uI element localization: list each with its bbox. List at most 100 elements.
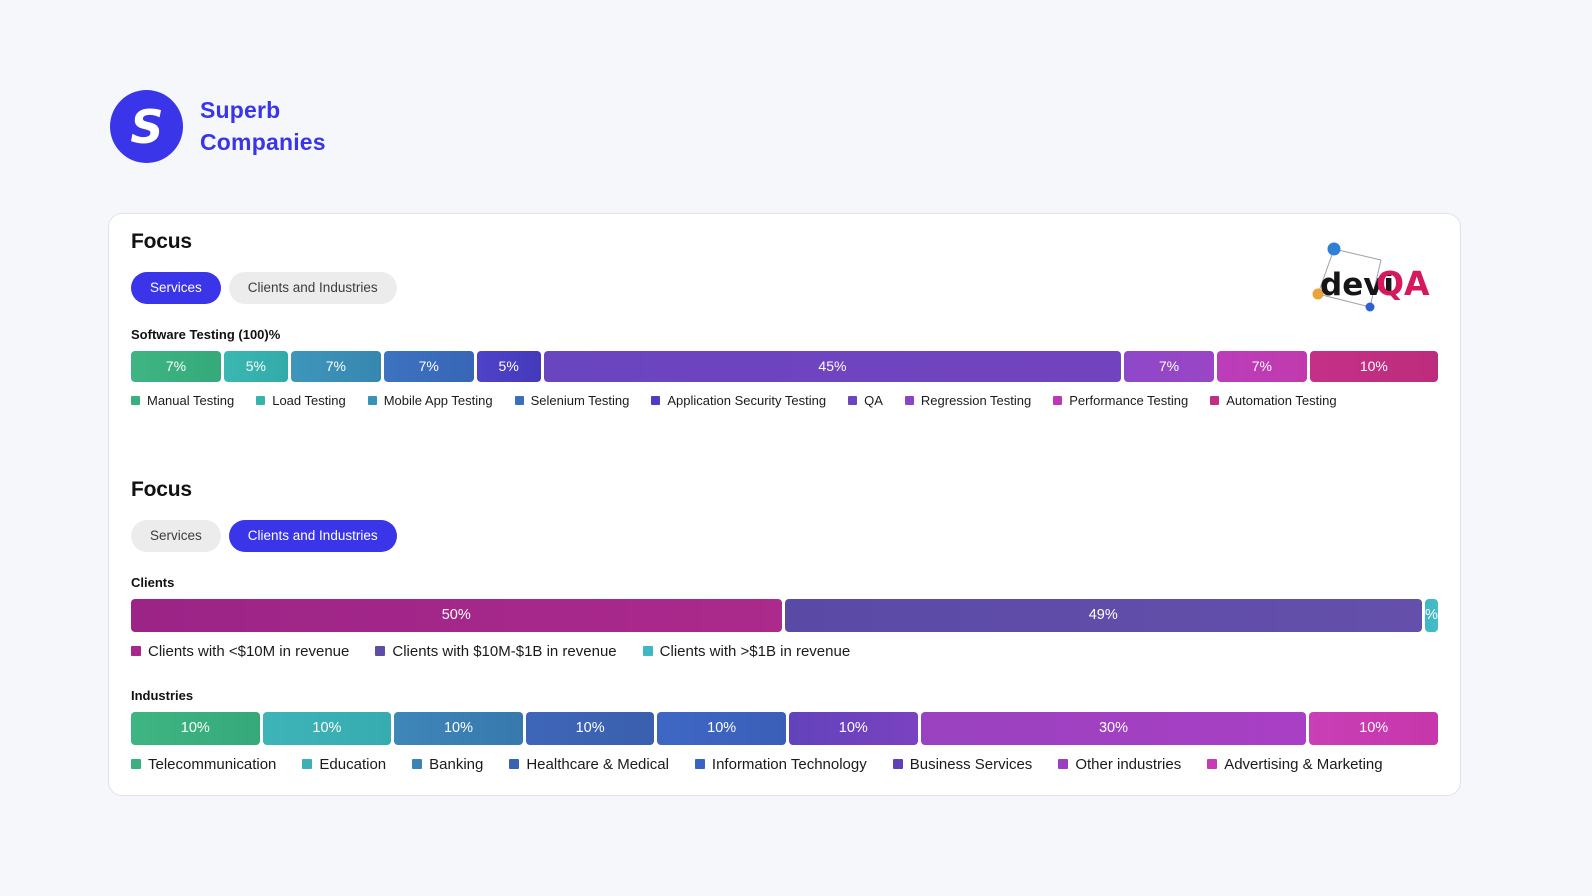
legend-label: Load Testing [272,393,346,408]
legend-label: Advertising & Marketing [1224,756,1382,773]
page-title-focus-2: Focus [131,478,1438,502]
legend-item: Automation Testing [1210,393,1336,408]
legend-label: Other industries [1075,756,1181,773]
legend-label: Education [319,756,386,773]
bar-segment: 10% [526,712,655,745]
legend-swatch-icon [1210,396,1219,405]
bar-segment: 10% [394,712,523,745]
legend-clients: Clients with <$10M in revenue Clients wit… [131,643,1438,668]
legend-item: QA [848,393,883,408]
legend-item: Education [302,756,386,773]
page-title-focus-1: Focus [131,230,1438,254]
legend-swatch-icon [302,759,312,769]
legend-industries: Telecommunication Education Banking Healthc… [131,756,1438,781]
legend-label: Business Services [910,756,1033,773]
legend-item: Clients with <$10M in revenue [131,643,349,660]
legend-swatch-icon [368,396,377,405]
tab-services-1[interactable]: Services [131,272,221,304]
legend-row: Application Security Testing QA Regression… [651,393,1358,416]
legend-label: Selenium Testing [531,393,630,408]
legend-label: Performance Testing [1069,393,1188,408]
bar-segment: % [1425,599,1438,632]
chart-industries: Industries 10%10%10%10%10%10%30%10% Tele… [131,688,1438,781]
legend-item: Telecommunication [131,756,276,773]
focus-section-services: Focus Services Clients and Industries So… [131,230,1438,436]
chart-clients: Clients 50%49%% Clients with <$10M in re… [131,575,1438,668]
legend-item: Advertising & Marketing [1207,756,1382,773]
chart-label-software-testing: Software Testing (100)% [131,327,1438,342]
stacked-bar-industries: 10%10%10%10%10%10%30%10% [131,712,1438,745]
legend-label: Application Security Testing [667,393,826,408]
legend-label: QA [864,393,883,408]
legend-item: Banking [412,756,483,773]
bar-segment: 50% [131,599,782,632]
legend-row: Manual Testing Load Testing Mobile App Tes… [131,393,651,416]
bar-segment: 5% [224,351,288,382]
bar-segment: 7% [131,351,221,382]
logo-letter: S [130,104,162,150]
legend-item: Clients with >$1B in revenue [643,643,851,660]
legend-label: Information Technology [712,756,867,773]
bar-segment: 5% [477,351,541,382]
legend-software-testing: Manual Testing Load Testing Mobile App Tes… [131,393,1438,416]
tab-services-2[interactable]: Services [131,520,221,552]
legend-swatch-icon [1058,759,1068,769]
legend-swatch-icon [509,759,519,769]
bar-segment: 7% [1217,351,1307,382]
legend-swatch-icon [375,646,385,656]
bar-segment: 10% [263,712,392,745]
legend-label: Clients with <$10M in revenue [148,643,349,660]
legend-item: Information Technology [695,756,867,773]
bar-segment: 30% [921,712,1307,745]
legend-item: Healthcare & Medical [509,756,669,773]
legend-item: Business Services [893,756,1033,773]
legend-label: Automation Testing [1226,393,1336,408]
legend-swatch-icon [515,396,524,405]
page-root: S Superb Companies devi QA Focus Service… [0,0,1592,896]
legend-item: Other industries [1058,756,1181,773]
legend-label: Manual Testing [147,393,234,408]
stacked-bar-clients: 50%49%% [131,599,1438,632]
legend-item: Load Testing [256,393,346,408]
bar-segment: 49% [785,599,1422,632]
legend-swatch-icon [848,396,857,405]
legend-item: Manual Testing [131,393,234,408]
legend-label: Mobile App Testing [384,393,493,408]
brand-header: S Superb Companies [110,90,326,163]
legend-swatch-icon [131,759,141,769]
legend-label: Healthcare & Medical [526,756,669,773]
legend-swatch-icon [1053,396,1062,405]
focus-section-clients-industries: Focus Services Clients and Industries Cl… [131,478,1438,801]
tab-group-2: Services Clients and Industries [131,520,1438,552]
brand-name: Superb Companies [200,95,326,157]
legend-label: Telecommunication [148,756,276,773]
tab-group-1: Services Clients and Industries [131,272,1438,304]
legend-swatch-icon [695,759,705,769]
legend-item: Selenium Testing [515,393,630,408]
bar-segment: 10% [657,712,786,745]
bar-segment: 7% [1124,351,1214,382]
superb-companies-logo-icon: S [110,90,183,163]
legend-label: Clients with >$1B in revenue [660,643,851,660]
legend-label: Clients with $10M-$1B in revenue [392,643,616,660]
legend-item: Performance Testing [1053,393,1188,408]
bar-segment: 7% [384,351,474,382]
bar-segment: 7% [291,351,381,382]
chart-label-clients: Clients [131,575,1438,590]
bar-segment: 10% [1309,712,1438,745]
bar-segment: 10% [789,712,918,745]
tab-clients-and-industries-1[interactable]: Clients and Industries [229,272,397,304]
chart-software-testing: Software Testing (100)% 7%5%7%7%5%45%7%7… [131,327,1438,416]
legend-item: Regression Testing [905,393,1031,408]
legend-swatch-icon [905,396,914,405]
legend-swatch-icon [651,396,660,405]
legend-item: Application Security Testing [651,393,826,408]
legend-item: Clients with $10M-$1B in revenue [375,643,616,660]
legend-swatch-icon [131,396,140,405]
bar-segment: 45% [544,351,1121,382]
stacked-bar-software-testing: 7%5%7%7%5%45%7%7%10% [131,351,1438,382]
tab-clients-and-industries-2[interactable]: Clients and Industries [229,520,397,552]
legend-label: Banking [429,756,483,773]
legend-swatch-icon [412,759,422,769]
legend-label: Regression Testing [921,393,1031,408]
